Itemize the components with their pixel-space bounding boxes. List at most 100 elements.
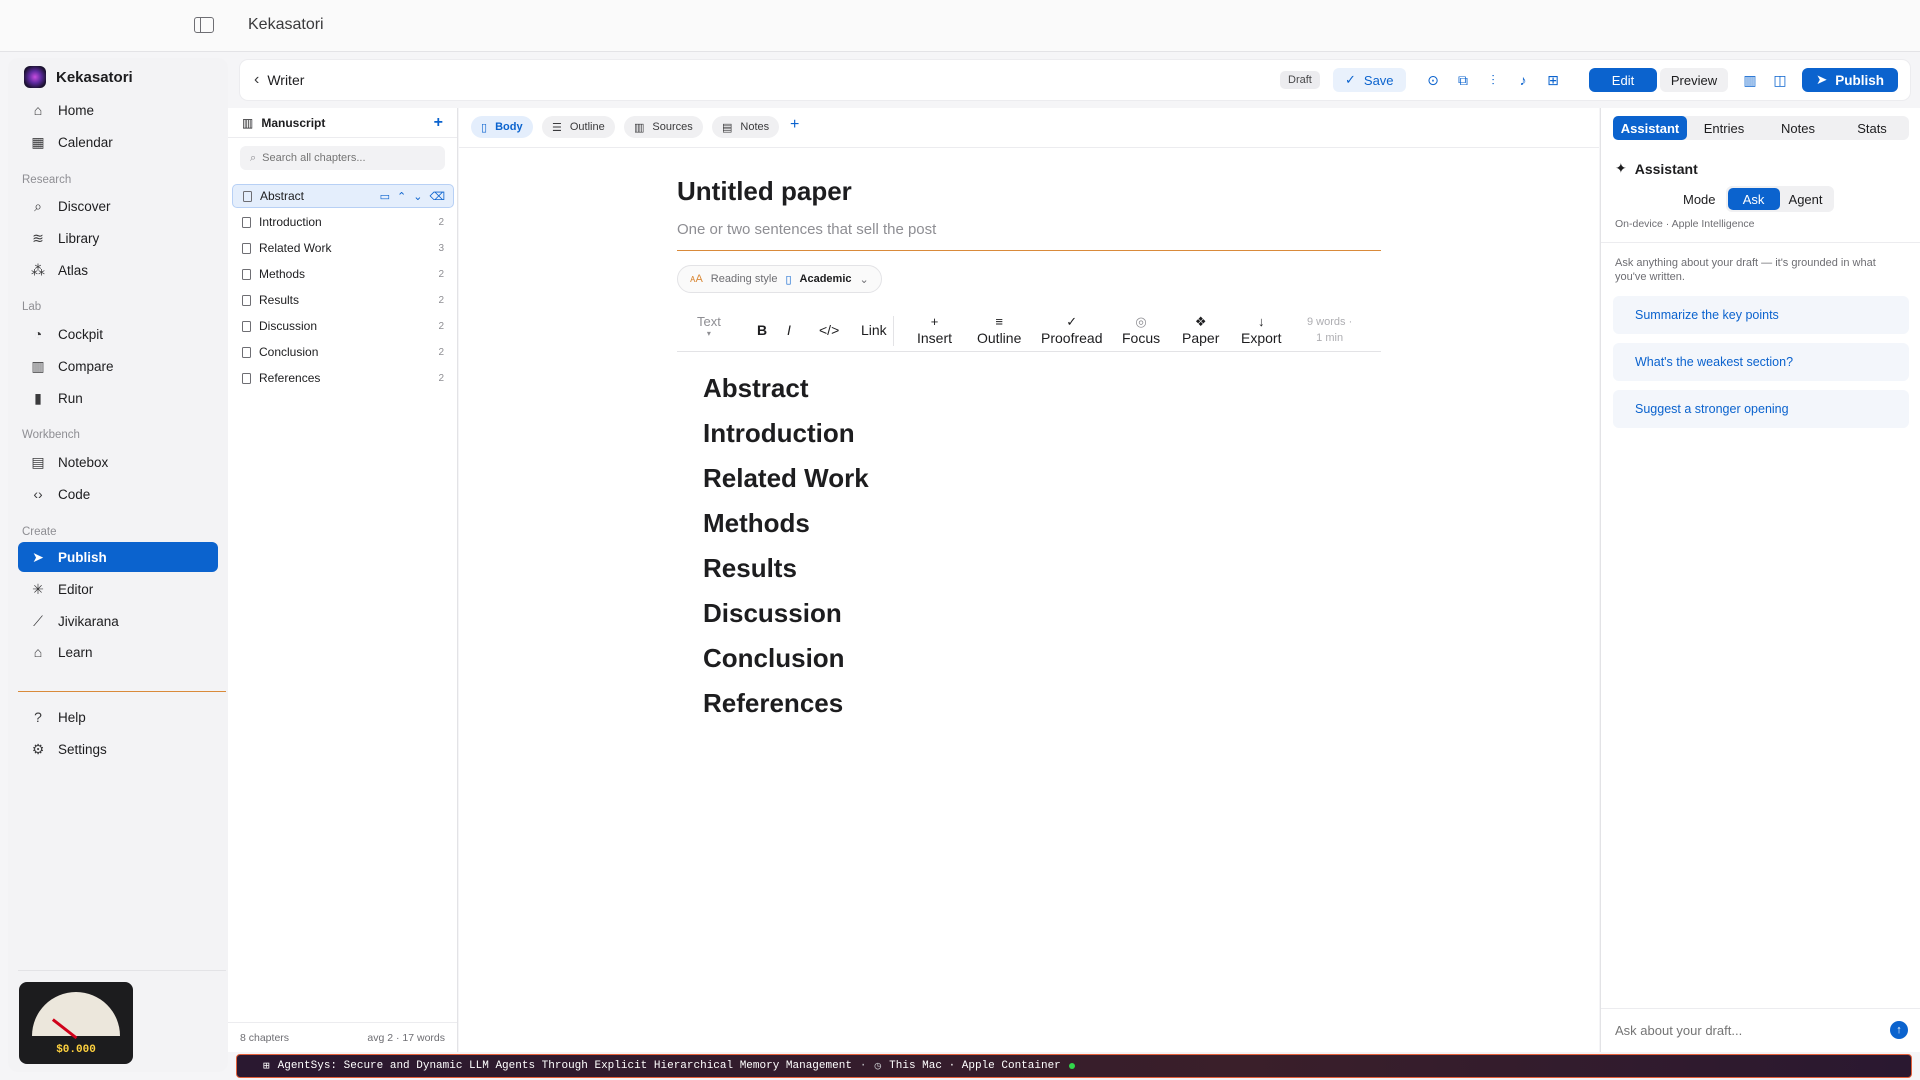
preview-button[interactable]: Preview [1660, 68, 1728, 92]
chevron-down-icon[interactable]: ⌄ [413, 190, 422, 203]
layout-icon[interactable]: ⊞ [1543, 70, 1563, 90]
sidebar-item-atlas[interactable]: ⁂ Atlas [18, 255, 218, 285]
tab-notes[interactable]: ▤ Notes [712, 116, 780, 138]
add-media-icon[interactable]: ⧉ [1453, 70, 1473, 90]
save-button[interactable]: ✓ Save [1333, 68, 1406, 92]
paper-button[interactable]: ❖ Paper [1182, 314, 1219, 346]
suggestion-stronger-opening[interactable]: Suggest a stronger opening [1613, 390, 1909, 428]
chapter-average: avg 2 · 17 words [367, 1031, 445, 1044]
waveform-icon[interactable]: ⫶ [1483, 70, 1503, 90]
chapter-item-introduction[interactable]: Introduction 2 [232, 210, 454, 234]
export-button[interactable]: ↓ Export [1241, 314, 1281, 346]
sidebar-item-notebox[interactable]: ▤ Notebox [18, 447, 218, 477]
send-arrow-icon[interactable]: ↑ [1890, 1021, 1908, 1039]
sidebar-item-calendar[interactable]: ▦ Calendar [18, 127, 218, 157]
heading-related-work[interactable]: Related Work [703, 463, 869, 494]
reading-style-label: Reading style [710, 273, 778, 285]
document-icon [242, 294, 251, 306]
edit-button[interactable]: Edit [1589, 68, 1657, 92]
sidebar-item-settings[interactable]: ⚙ Settings [18, 734, 218, 764]
sidebar-item-editor[interactable]: ✳ Editor [18, 574, 218, 604]
read-time: 1 min [1316, 332, 1344, 344]
sidebar-item-discover[interactable]: ⌕ Discover [18, 191, 218, 221]
sidebar-item-cockpit[interactable]: ◔ Cockpit [18, 319, 218, 349]
download-icon: ↓ [1257, 314, 1265, 329]
mode-agent[interactable]: Agent [1780, 188, 1832, 210]
folder-icon[interactable]: ▭ [380, 190, 390, 203]
suggestion-weakest-section[interactable]: What's the weakest section? [1613, 343, 1909, 381]
sidebar-item-label: Compare [58, 358, 114, 374]
sidebar-item-publish[interactable]: ➤ Publish [18, 542, 218, 572]
sidebar-item-label: Run [58, 390, 83, 406]
document-icon: ▯ [785, 273, 792, 286]
sidebar-item-library[interactable]: ≋ Library [18, 223, 218, 253]
insert-button[interactable]: + Insert [917, 314, 952, 346]
chapter-search-input[interactable] [262, 152, 433, 164]
ask-input[interactable] [1615, 1023, 1875, 1038]
outline-button[interactable]: ≡ Outline [977, 314, 1021, 346]
chapter-item-methods[interactable]: Methods 2 [232, 262, 454, 286]
sidebar-item-run[interactable]: ▮ Run [18, 383, 218, 413]
sidebar-item-home[interactable]: ⌂ Home [18, 95, 218, 125]
sidebar-toggle-icon[interactable] [194, 17, 214, 33]
split-view-icon[interactable]: ◫ [1770, 70, 1790, 90]
title-rule [677, 250, 1381, 251]
italic-button[interactable]: I [787, 322, 791, 338]
mode-ask[interactable]: Ask [1727, 188, 1780, 210]
stats-icon[interactable]: ▥ [1740, 70, 1760, 90]
publish-button[interactable]: ➤ Publish [1802, 68, 1898, 92]
sidebar-item-learn[interactable]: ⌂ Learn [18, 637, 218, 667]
link-button[interactable]: Link [861, 322, 887, 338]
tab-entries[interactable]: Entries [1687, 116, 1761, 140]
tab-outline[interactable]: ☰ Outline [542, 116, 615, 138]
heading-results[interactable]: Results [703, 553, 797, 584]
chapter-item-discussion[interactable]: Discussion 2 [232, 314, 454, 338]
suggestion-summarize[interactable]: Summarize the key points [1613, 296, 1909, 334]
back-to-writer-button[interactable]: ‹ Writer [254, 71, 304, 89]
format-toolbar: Text ▾ B I </> Link + Insert ≡ Outline ✓… [677, 308, 1381, 352]
tab-sources[interactable]: ▥ Sources [624, 116, 703, 138]
paper-title-status[interactable]: AgentSys: Secure and Dynamic LLM Agents … [278, 1060, 852, 1072]
add-tab-icon[interactable]: + [790, 116, 799, 134]
trash-icon[interactable]: ⌫ [429, 190, 445, 203]
outline-label: Outline [977, 330, 1022, 346]
sidebar-item-help[interactable]: ? Help [18, 702, 218, 732]
heading-discussion[interactable]: Discussion [703, 598, 842, 629]
mode-segmented-control: Ask Agent [1725, 186, 1834, 212]
heading-conclusion[interactable]: Conclusion [703, 643, 845, 674]
chapter-item-conclusion[interactable]: Conclusion 2 [232, 340, 454, 364]
microphone-icon[interactable]: ♪ [1513, 70, 1533, 90]
bold-button[interactable]: B [757, 322, 767, 338]
paper-title[interactable]: Untitled paper [677, 176, 852, 207]
chevron-up-icon[interactable]: ⌃ [397, 190, 406, 203]
chapter-item-abstract[interactable]: Abstract ▭ ⌃ ⌄ ⌫ [232, 184, 454, 208]
reading-style-select[interactable]: ᴀA Reading style ▯ Academic ⌄ [677, 265, 882, 293]
tab-stats[interactable]: Stats [1835, 116, 1909, 140]
sidebar-item-jivikarana[interactable]: ⟋ Jivikarana [18, 606, 218, 636]
chapter-item-results[interactable]: Results 2 [232, 288, 454, 312]
more-circle-icon[interactable]: ⊙ [1423, 70, 1443, 90]
chapter-item-references[interactable]: References 2 [232, 366, 454, 390]
cost-gauge[interactable]: $0.000 [19, 982, 133, 1064]
sidebar-item-compare[interactable]: ▥ Compare [18, 351, 218, 381]
chapter-item-related-work[interactable]: Related Work 3 [232, 236, 454, 260]
heading-abstract[interactable]: Abstract [703, 373, 808, 404]
proofread-button[interactable]: ✓ Proofread [1041, 314, 1102, 346]
chapter-search[interactable]: ⌕ [240, 146, 445, 170]
brand[interactable]: Kekasatori [24, 66, 133, 88]
add-chapter-icon[interactable]: + [434, 114, 443, 132]
sidebar-item-code[interactable]: ‹› Code [18, 479, 218, 509]
tab-body[interactable]: ▯ Body [471, 116, 533, 138]
tab-notes-panel[interactable]: Notes [1761, 116, 1835, 140]
heading-references[interactable]: References [703, 688, 843, 719]
heading-introduction[interactable]: Introduction [703, 418, 855, 449]
text-style-button[interactable]: Text ▾ [697, 314, 721, 338]
heading-methods[interactable]: Methods [703, 508, 810, 539]
tab-assistant[interactable]: Assistant [1613, 116, 1687, 140]
chapter-count: 2 [438, 320, 444, 332]
save-label: Save [1363, 72, 1394, 88]
code-button[interactable]: </> [819, 322, 839, 338]
focus-button[interactable]: ◎ Focus [1122, 314, 1160, 346]
paper-subtitle[interactable]: One or two sentences that sell the post [677, 221, 936, 238]
sidebar-item-label: Home [58, 102, 95, 118]
